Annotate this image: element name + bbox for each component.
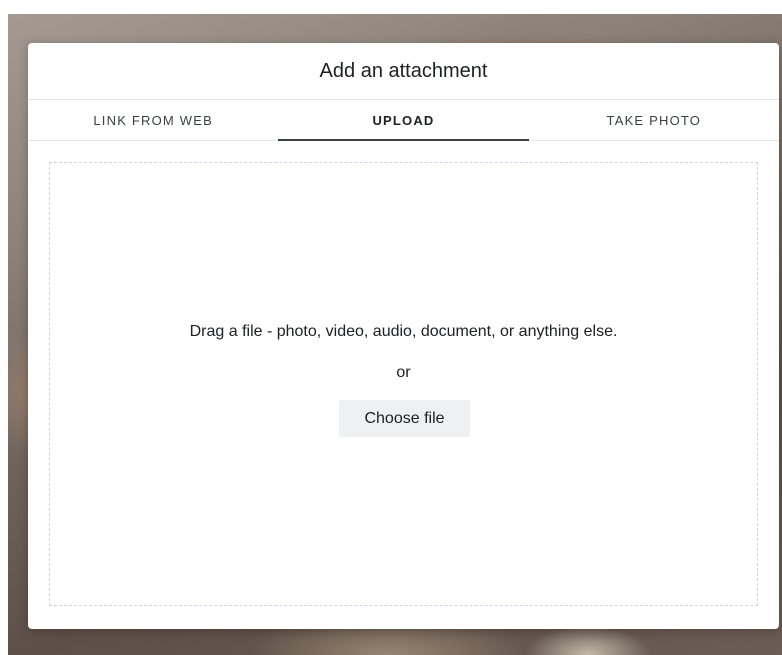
tab-upload[interactable]: UPLOAD [278,100,529,141]
choose-file-button[interactable]: Choose file [339,400,470,437]
file-dropzone[interactable]: Drag a file - photo, video, audio, docum… [49,162,758,606]
dropzone-instruction: Drag a file - photo, video, audio, docum… [189,323,618,340]
dialog-title: Add an attachment [28,43,779,100]
tab-link-from-web[interactable]: LINK FROM WEB [28,100,278,140]
tab-take-photo[interactable]: TAKE PHOTO [529,100,779,140]
attachment-dialog: Add an attachment LINK FROM WEB UPLOAD T… [28,43,779,629]
tab-bar: LINK FROM WEB UPLOAD TAKE PHOTO [28,100,779,141]
dropzone-or-label: or [396,364,411,381]
